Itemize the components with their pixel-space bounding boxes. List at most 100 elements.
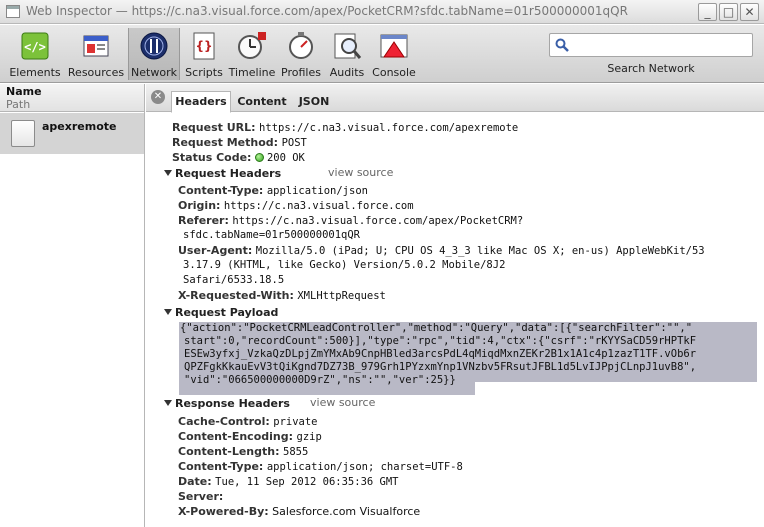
toolbar-label: Resources xyxy=(67,66,125,79)
tab-json[interactable]: JSON xyxy=(294,92,334,112)
payload-line: {"action":"PocketCRMLeadController","met… xyxy=(180,322,693,334)
request-method-row: Request Method: POST xyxy=(172,135,307,151)
payload-line: start":0,"recordCount":500}],"type":"rpc… xyxy=(184,335,697,347)
header-key: Content-Type: xyxy=(178,184,264,197)
header-key: Content-Length: xyxy=(178,445,280,458)
resource-detail-pane: ✕ Headers Content JSON Request URL: http… xyxy=(146,84,764,527)
header-row: Origin: https://c.na3.visual.force.com xyxy=(178,198,414,214)
tab-content[interactable]: Content xyxy=(234,92,290,112)
header-value: application/json; charset=UTF-8 xyxy=(266,461,463,473)
header-key: Content-Encoding: xyxy=(178,430,294,443)
header-row: X-Requested-With: XMLHttpRequest xyxy=(178,288,386,304)
header-key: Referer: xyxy=(178,214,229,227)
toolbar-network[interactable]: Network xyxy=(128,28,180,80)
header-value-wrap: Safari/6533.18.5 xyxy=(183,274,285,286)
request-headers-view-source-link[interactable]: view source xyxy=(328,166,393,179)
header-row: Cache-Control: private xyxy=(178,414,318,430)
toolbar-label: Audits xyxy=(329,66,365,79)
header-value: application/json xyxy=(266,185,368,197)
toolbar-label: Network xyxy=(131,66,177,79)
request-url-value: https://c.na3.visual.force.com/apexremot… xyxy=(259,122,519,134)
resource-row[interactable]: apexremote xyxy=(0,113,144,154)
toolbar: </> Elements Resources Network {} Script… xyxy=(0,25,764,83)
console-icon xyxy=(380,34,408,58)
document-icon xyxy=(11,120,35,147)
header-key: Origin: xyxy=(178,199,221,212)
header-value: Mozilla/5.0 (iPad; U; CPU OS 4_3_3 like … xyxy=(255,245,705,257)
header-key: Date: xyxy=(178,475,212,488)
scripts-icon: {} xyxy=(193,32,215,60)
header-row: Date: Tue, 11 Sep 2012 06:35:36 GMT xyxy=(178,474,399,490)
profiles-icon xyxy=(289,32,313,59)
column-name-header: Name xyxy=(6,85,42,98)
resource-name: apexremote xyxy=(42,120,117,133)
status-code-key: Status Code: xyxy=(172,151,252,164)
status-code-row: Status Code: 200 OK xyxy=(172,150,305,166)
column-path-header: Path xyxy=(6,98,31,111)
maximize-button[interactable]: □ xyxy=(719,3,738,21)
toolbar-label: Scripts xyxy=(185,66,223,79)
toolbar-elements[interactable]: </> Elements xyxy=(6,28,64,80)
minimize-button[interactable]: _ xyxy=(698,3,717,21)
section-title: Request Headers xyxy=(175,167,282,180)
search-icon xyxy=(555,38,569,52)
request-url-row: Request URL: https://c.na3.visual.force.… xyxy=(172,120,518,136)
elements-icon: </> xyxy=(21,32,49,60)
title-bar: Web Inspector — https://c.na3.visual.for… xyxy=(0,0,764,24)
header-value-wrap: sfdc.tabName=01r500000001qQR xyxy=(183,229,361,241)
resources-icon xyxy=(83,35,109,57)
response-headers-view-source-link[interactable]: view source xyxy=(310,396,375,409)
header-value: gzip xyxy=(296,431,322,443)
audits-icon xyxy=(334,33,362,59)
header-value: XMLHttpRequest xyxy=(297,290,386,302)
header-row: X-Powered-By: Salesforce.com Visualforce xyxy=(178,504,420,519)
header-value: Salesforce.com Visualforce xyxy=(272,505,421,518)
window-title: Web Inspector — https://c.na3.visual.for… xyxy=(26,4,628,18)
request-url-key: Request URL: xyxy=(172,121,256,134)
section-title: Response Headers xyxy=(175,397,290,410)
search-input[interactable] xyxy=(574,36,748,54)
response-headers-section[interactable]: Response Headers xyxy=(164,396,290,411)
payload-line: "vid":"066500000000D9rZ","ns":"","ver":2… xyxy=(184,374,456,386)
tab-headers[interactable]: Headers xyxy=(171,91,231,113)
close-icon[interactable]: ✕ xyxy=(151,90,165,104)
search-network-box xyxy=(549,33,753,57)
search-caption: Search Network xyxy=(607,62,695,75)
section-title: Request Payload xyxy=(175,306,279,319)
toolbar-audits[interactable]: Audits xyxy=(326,28,368,80)
close-window-button[interactable]: ✕ xyxy=(740,3,759,21)
request-method-key: Request Method: xyxy=(172,136,279,149)
header-key: X-Requested-With: xyxy=(178,289,294,302)
toolbar-label: Console xyxy=(372,66,416,79)
request-headers-section[interactable]: Request Headers xyxy=(164,166,281,181)
request-payload-section[interactable]: Request Payload xyxy=(164,305,278,320)
svg-text:{}: {} xyxy=(195,39,212,53)
status-ok-icon xyxy=(254,153,264,162)
payload-line: ESEw3yfxj_VzkaQzDLpjZmYMxAb9CnpHBled3arc… xyxy=(184,348,697,360)
toolbar-resources[interactable]: Resources xyxy=(66,28,126,80)
toolbar-scripts[interactable]: {} Scripts xyxy=(182,28,226,80)
toolbar-profiles[interactable]: Profiles xyxy=(278,28,324,80)
header-value-wrap: 3.17.9 (KHTML, like Gecko) Version/5.0.2… xyxy=(183,259,506,271)
header-row: Content-Encoding: gzip xyxy=(178,429,322,445)
toolbar-label: Profiles xyxy=(281,66,321,79)
header-row: Content-Length: 5855 xyxy=(178,444,308,460)
header-key: X-Powered-By: xyxy=(178,505,269,518)
header-key: Server: xyxy=(178,490,224,503)
payload-line: QPZFgkKkauEvV3tQiKgnd7DZ73B_979Grh1PYzxm… xyxy=(184,361,697,373)
timeline-icon xyxy=(238,32,266,59)
svg-text:</>: </> xyxy=(24,40,46,54)
disclosure-triangle-icon xyxy=(164,400,172,406)
toolbar-timeline[interactable]: Timeline xyxy=(228,28,276,80)
toolbar-label: Timeline xyxy=(228,66,276,79)
headers-content: Request URL: https://c.na3.visual.force.… xyxy=(146,114,764,527)
toolbar-label: Elements xyxy=(9,66,61,79)
header-key: User-Agent: xyxy=(178,244,253,257)
disclosure-triangle-icon xyxy=(164,170,172,176)
resource-list-header[interactable]: Name Path xyxy=(0,84,144,112)
header-value: Tue, 11 Sep 2012 06:35:36 GMT xyxy=(215,476,399,488)
header-row: User-Agent: Mozilla/5.0 (iPad; U; CPU OS… xyxy=(178,243,705,259)
resource-list-pane: Name Path apexremote xyxy=(0,84,145,527)
header-value: https://c.na3.visual.force.com xyxy=(223,200,414,212)
toolbar-console[interactable]: Console xyxy=(370,28,418,80)
